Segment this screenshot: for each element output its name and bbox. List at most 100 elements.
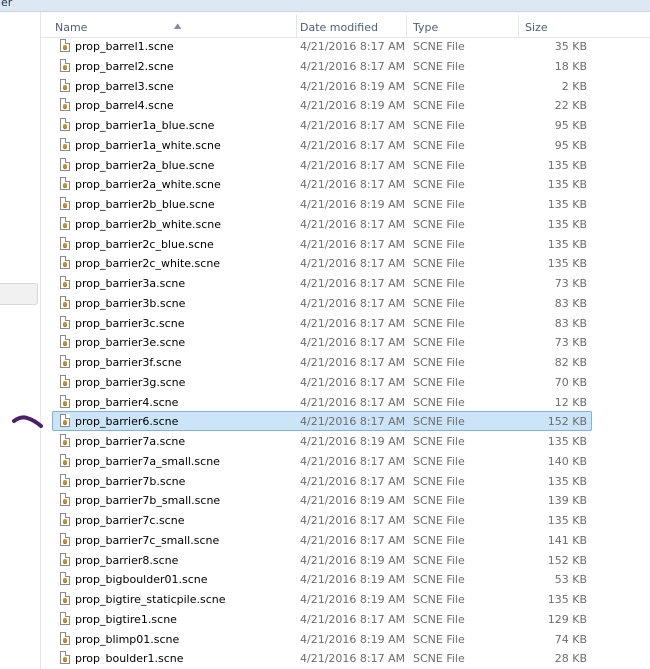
file-size: 135 KB <box>547 198 587 211</box>
file-row[interactable]: prop_barrier7a.scne 4/21/2016 8:19 AM SCNE… <box>52 431 592 451</box>
file-row[interactable]: prop_barrier3a.scne 4/21/2016 8:17 AM SCNE… <box>52 273 592 293</box>
column-header-name-label: Name <box>55 21 88 34</box>
file-row[interactable]: prop_barrel1.scne 4/21/2016 8:17 AM SCNE F… <box>52 36 592 56</box>
file-name: prop_bigtire_staticpile.scne <box>75 593 226 606</box>
file-row[interactable]: prop_barrel3.scne 4/21/2016 8:19 AM SCNE F… <box>52 76 592 96</box>
file-name: prop_barrier8.scne <box>75 553 179 567</box>
file-row[interactable]: prop_bigtire1.scne 4/21/2016 8:17 AM SCNE … <box>52 609 592 629</box>
scne-file-icon <box>60 157 70 171</box>
file-row[interactable]: prop_barrier7a_small.scne 4/21/2016 8:17 … <box>52 451 592 471</box>
file-size: 152 KB <box>547 415 587 429</box>
file-type: SCNE File <box>413 138 465 152</box>
column-header-size[interactable]: Size <box>519 15 589 37</box>
scne-file-icon <box>60 236 70 250</box>
file-type: SCNE File <box>413 514 465 527</box>
scne-file-icon <box>60 414 70 428</box>
scne-file-icon <box>60 137 70 151</box>
file-row-selected[interactable]: prop_barrier6.scne 4/21/2016 8:17 AM SCNE … <box>52 411 592 431</box>
file-date-modified: 4/21/2016 8:19 AM <box>300 435 406 448</box>
file-type: SCNE File <box>413 198 465 211</box>
file-name: prop_blimp01.scne <box>75 632 180 646</box>
file-size: 135 KB <box>547 593 587 606</box>
file-type: SCNE File <box>413 336 465 350</box>
file-name: prop_barrier3g.scne <box>75 375 186 389</box>
file-date-modified: 4/21/2016 8:17 AM <box>300 395 406 409</box>
file-row[interactable]: prop_bigboulder01.scne 4/21/2016 8:19 AM S… <box>52 569 592 589</box>
scne-file-icon <box>60 552 70 566</box>
file-row[interactable]: prop_barrier3g.scne 4/21/2016 8:17 AM SCNE… <box>52 372 592 392</box>
scne-file-icon <box>60 335 70 349</box>
file-date-modified: 4/21/2016 8:17 AM <box>300 257 406 271</box>
file-type: SCNE File <box>413 59 465 73</box>
file-date-modified: 4/21/2016 8:17 AM <box>300 474 406 488</box>
scne-file-icon <box>60 611 70 625</box>
file-date-modified: 4/21/2016 8:17 AM <box>300 178 406 192</box>
file-row[interactable]: prop_barrier3c.scne 4/21/2016 8:17 AM SCNE… <box>52 313 592 333</box>
file-date-modified: 4/21/2016 8:17 AM <box>300 296 406 310</box>
scne-file-icon <box>60 216 70 230</box>
file-row[interactable]: prop_barrier2b_blue.scne 4/21/2016 8:19 A… <box>52 194 592 214</box>
scne-file-icon <box>60 315 70 329</box>
file-size: 135 KB <box>547 217 587 231</box>
file-name: prop_barrel4.scne <box>75 99 174 113</box>
file-type: SCNE File <box>413 533 465 547</box>
navigation-pane-selected-item[interactable] <box>0 283 38 305</box>
file-size: 53 KB <box>554 573 587 587</box>
file-date-modified: 4/21/2016 8:17 AM <box>300 356 406 369</box>
file-row[interactable]: prop_barrier1a_white.scne 4/21/2016 8:17 … <box>52 135 592 155</box>
file-row[interactable]: prop_barrel4.scne 4/21/2016 8:19 AM SCNE F… <box>52 95 592 115</box>
file-size: 95 KB <box>554 138 587 152</box>
scne-file-icon <box>60 78 70 92</box>
scne-file-icon <box>60 651 70 665</box>
column-header-name[interactable]: Name ▲ <box>49 15 297 37</box>
file-size: 35 KB <box>554 40 587 53</box>
file-row[interactable]: prop_barrier3f.scne 4/21/2016 8:17 AM SCNE… <box>52 352 592 372</box>
file-size: 135 KB <box>547 514 587 527</box>
file-row[interactable]: prop_barrier7c.scne 4/21/2016 8:17 AM SCNE… <box>52 510 592 530</box>
file-date-modified: 4/21/2016 8:17 AM <box>300 336 406 350</box>
file-date-modified: 4/21/2016 8:17 AM <box>300 59 406 73</box>
file-row[interactable]: prop_barrier2a_white.scne 4/21/2016 8:17 … <box>52 174 592 194</box>
file-row[interactable]: prop_barrier1a_blue.scne 4/21/2016 8:17 A… <box>52 115 592 135</box>
file-size: 135 KB <box>547 474 587 488</box>
file-row[interactable]: prop_barrier2c_white.scne 4/21/2016 8:17 … <box>52 253 592 273</box>
scne-file-icon <box>60 473 70 487</box>
file-row[interactable]: prop_barrier7b.scne 4/21/2016 8:17 AM SCNE… <box>52 471 592 491</box>
file-name: prop_barrier2c_blue.scne <box>75 237 214 251</box>
file-name: prop_barrier7c_small.scne <box>75 533 220 547</box>
file-row[interactable]: prop_blimp01.scne 4/21/2016 8:19 AM SCNE F… <box>52 629 592 649</box>
file-name: prop_barrier3f.scne <box>75 356 182 369</box>
file-date-modified: 4/21/2016 8:17 AM <box>300 375 406 389</box>
file-row[interactable]: prop_barrier7c_small.scne 4/21/2016 8:17 … <box>52 530 592 550</box>
column-header-type[interactable]: Type <box>407 15 519 37</box>
scne-file-icon <box>60 374 70 388</box>
file-row[interactable]: prop_barrier2a_blue.scne 4/21/2016 8:17 A… <box>52 155 592 175</box>
file-size: 83 KB <box>554 316 587 330</box>
file-name: prop_barrier3e.scne <box>75 336 186 350</box>
file-row[interactable]: prop_barrier3b.scne 4/21/2016 8:17 AM SCNE… <box>52 293 592 313</box>
file-name: prop_barrel2.scne <box>75 59 174 73</box>
file-row[interactable]: prop_barrier2c_blue.scne 4/21/2016 8:17 A… <box>52 234 592 254</box>
scne-file-icon <box>60 572 70 586</box>
navigation-pane[interactable] <box>0 12 41 669</box>
file-type: SCNE File <box>413 40 465 53</box>
file-row[interactable]: prop_barrier8.scne 4/21/2016 8:19 AM SCNE … <box>52 550 592 570</box>
file-row[interactable]: prop_barrier3e.scne 4/21/2016 8:17 AM SCNE… <box>52 332 592 352</box>
column-header-date-modified[interactable]: Date modified <box>294 15 407 37</box>
file-row[interactable]: prop_barrier2b_white.scne 4/21/2016 8:17 … <box>52 214 592 234</box>
file-date-modified: 4/21/2016 8:17 AM <box>300 158 406 172</box>
file-row[interactable]: prop_barrel2.scne 4/21/2016 8:17 AM SCNE F… <box>52 56 592 76</box>
file-name: prop_barrel3.scne <box>75 79 174 93</box>
file-date-modified: 4/21/2016 8:17 AM <box>300 514 406 527</box>
file-row[interactable]: prop_bigtire_staticpile.scne 4/21/2016 8:… <box>52 589 592 609</box>
file-row[interactable]: prop_barrier4.scne 4/21/2016 8:17 AM SCNE … <box>52 392 592 412</box>
file-name: prop_barrier6.scne <box>75 415 179 429</box>
file-type: SCNE File <box>413 217 465 231</box>
file-row[interactable]: prop_barrier7b_small.scne 4/21/2016 8:19 … <box>52 490 592 510</box>
file-size: 73 KB <box>554 336 587 350</box>
file-size: 74 KB <box>554 632 587 646</box>
scne-file-icon <box>60 394 70 408</box>
file-size: 140 KB <box>547 454 587 468</box>
file-date-modified: 4/21/2016 8:19 AM <box>300 79 406 93</box>
scne-file-icon <box>60 276 70 289</box>
